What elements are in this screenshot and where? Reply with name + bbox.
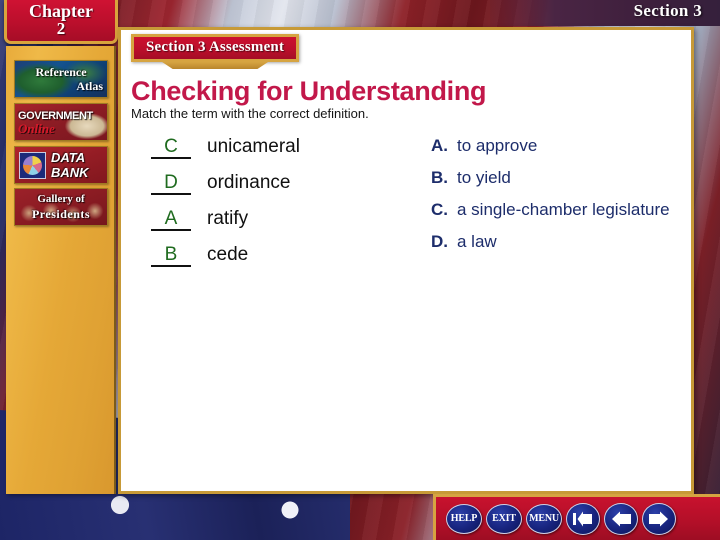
term-row: A ratify <box>151 208 421 231</box>
answer-blank[interactable]: B <box>151 245 191 267</box>
back-button[interactable] <box>604 502 638 535</box>
exit-button[interactable]: EXIT <box>486 503 522 534</box>
term-label: ratify <box>207 208 249 229</box>
sidebar-button-data-bank[interactable]: DATA BANK <box>14 146 108 184</box>
term-row: B cede <box>151 244 421 267</box>
reference-atlas-line2: Atlas <box>76 79 103 93</box>
first-page-arrow-icon <box>573 511 592 526</box>
definition-text: to approve <box>457 136 538 155</box>
forward-arrow-icon <box>649 511 668 526</box>
definition-text: a single-chamber legislature <box>457 200 670 219</box>
sidebar-button-gallery-of-presidents[interactable]: Gallery of Presidents <box>14 188 108 226</box>
data-bank-line2: BANK <box>51 165 89 180</box>
back-arrow-icon <box>612 511 631 526</box>
menu-button[interactable]: MENU <box>526 503 562 534</box>
definition-row: B. to yield <box>431 168 679 188</box>
definition-letter: D. <box>431 232 448 251</box>
content-panel: Section 3 Assessment Checking for Unders… <box>118 27 694 494</box>
answer-blank[interactable]: A <box>151 209 191 231</box>
definition-text: a law <box>457 232 497 251</box>
assessment-banner-label: Section 3 Assessment <box>131 34 300 62</box>
terms-column: C unicameral D ordinance A ratify B cede <box>131 136 421 280</box>
forward-button[interactable] <box>642 502 676 535</box>
definition-letter: C. <box>431 200 448 219</box>
definition-letter: B. <box>431 168 448 187</box>
gallery-line1: Gallery of <box>37 193 85 205</box>
government-online-line2: Online <box>18 120 55 136</box>
definitions-column: A. to approve B. to yield C. a single-ch… <box>421 136 679 280</box>
term-label: unicameral <box>207 136 300 157</box>
bottom-navigation-bar: HELP EXIT MENU <box>433 494 720 540</box>
definition-row: C. a single-chamber legislature <box>431 200 679 220</box>
section-label: Section 3 <box>633 1 702 20</box>
term-label: ordinance <box>207 172 291 193</box>
chapter-word: Chapter <box>29 1 93 21</box>
term-row: C unicameral <box>151 136 421 159</box>
banner-ribbon-tail <box>162 62 269 69</box>
matching-exercise: C unicameral D ordinance A ratify B cede <box>131 136 679 280</box>
instructions-text: Match the term with the correct definiti… <box>131 106 369 121</box>
chapter-number: 2 <box>56 19 66 38</box>
page-title: Checking for Understanding <box>131 76 487 106</box>
definition-letter: A. <box>431 136 448 155</box>
answer-blank[interactable]: C <box>151 137 191 159</box>
definition-text: to yield <box>457 168 511 187</box>
slide-root: Chapter 2 Section 3 Reference Atlas GOVE… <box>0 0 720 540</box>
reference-atlas-line1: Reference <box>35 65 87 79</box>
help-button[interactable]: HELP <box>446 503 482 534</box>
definition-row: A. to approve <box>431 136 679 156</box>
sidebar-button-government-online[interactable]: GOVERNMENT Online <box>14 103 108 141</box>
term-label: cede <box>207 244 249 265</box>
answer-blank[interactable]: D <box>151 173 191 195</box>
gallery-line2: Presidents <box>31 207 91 221</box>
first-page-button[interactable] <box>566 502 600 535</box>
definition-row: D. a law <box>431 232 679 252</box>
assessment-banner: Section 3 Assessment <box>131 34 300 69</box>
data-bank-line1: DATA <box>51 150 86 165</box>
chapter-badge: Chapter 2 <box>4 0 118 44</box>
sidebar-button-reference-atlas[interactable]: Reference Atlas <box>14 60 108 98</box>
sidebar-panel: Reference Atlas GOVERNMENT Online DATA B… <box>6 46 116 494</box>
term-row: D ordinance <box>151 172 421 195</box>
